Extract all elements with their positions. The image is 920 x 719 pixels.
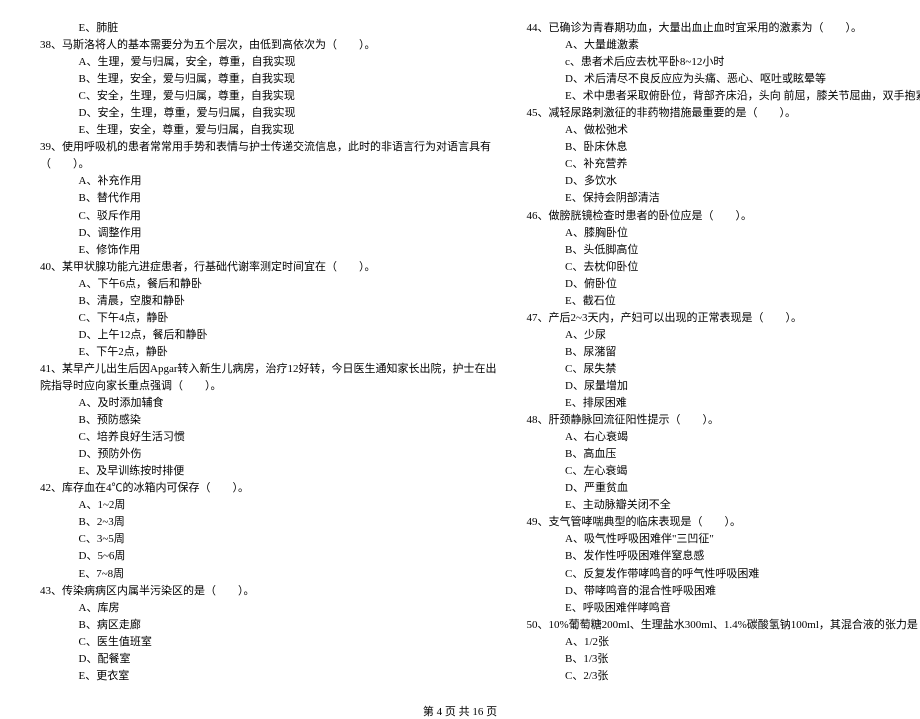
q38-opt-e: E、生理，安全，尊重，爱与归属，自我实现 [40, 122, 497, 139]
q49-opt-d: D、带哮鸣音的混合性呼吸困难 [527, 583, 920, 600]
q41-opt-e: E、及早训练按时排便 [40, 463, 497, 480]
q46-opt-a: A、膝胸卧位 [527, 225, 920, 242]
q39-opt-e: E、修饰作用 [40, 242, 497, 259]
q49-stem: 49、支气管哮喘典型的临床表现是（ ）。 [527, 514, 920, 531]
q50-opt-b: B、1/3张 [527, 651, 920, 668]
q39-stem: 39、使用呼吸机的患者常常用手势和表情与护士传递交流信息，此时的非语言行为对语言… [40, 139, 497, 156]
page-footer: 第 4 页 共 16 页 [40, 703, 880, 719]
q39-opt-c: C、驳斥作用 [40, 208, 497, 225]
q40-opt-c: C、下午4点，静卧 [40, 310, 497, 327]
q50-stem: 50、10%葡萄糖200ml、生理盐水300ml、1.4%碳酸氢钠100ml，其… [527, 617, 920, 634]
q43-opt-c: C、医生值班室 [40, 634, 497, 651]
q39-opt-d: D、调整作用 [40, 225, 497, 242]
q39-stem2: （ ）。 [40, 156, 497, 173]
q50-opt-a: A、1/2张 [527, 634, 920, 651]
q40-stem: 40、某甲状腺功能亢进症患者，行基础代谢率测定时间宜在（ ）。 [40, 259, 497, 276]
two-column-layout: E、肺脏 38、马斯洛将人的基本需要分为五个层次，由低到高依次为（ ）。 A、生… [40, 20, 880, 685]
q45-opt-b: B、卧床休息 [527, 139, 920, 156]
q45-opt-a: A、做松弛术 [527, 122, 920, 139]
q46-stem: 46、做膀胱镜检查时患者的卧位应是（ ）。 [527, 208, 920, 225]
q43-opt-e: E、更衣室 [40, 668, 497, 685]
q40-opt-d: D、上午12点，餐后和静卧 [40, 327, 497, 344]
q41-opt-d: D、预防外伤 [40, 446, 497, 463]
q41-stem2: 院指导时应向家长重点强调（ ）。 [40, 378, 497, 395]
q47-opt-a: A、少尿 [527, 327, 920, 344]
q44-opt-c: c、患者术后应去枕平卧8~12小时 [527, 54, 920, 71]
q42-stem: 42、库存血在4℃的冰箱内可保存（ ）。 [40, 480, 497, 497]
q44-opt-a: A、大量雌激素 [527, 37, 920, 54]
q40-opt-e: E、下午2点，静卧 [40, 344, 497, 361]
q46-opt-d: D、俯卧位 [527, 276, 920, 293]
q43-stem: 43、传染病病区内属半污染区的是（ ）。 [40, 583, 497, 600]
q47-stem: 47、产后2~3天内，产妇可以出现的正常表现是（ ）。 [527, 310, 920, 327]
q38-opt-a: A、生理，爱与归属，安全，尊重，自我实现 [40, 54, 497, 71]
q41-opt-b: B、预防感染 [40, 412, 497, 429]
q47-opt-c: C、尿失禁 [527, 361, 920, 378]
q49-opt-b: B、发作性呼吸困难伴窒息感 [527, 548, 920, 565]
q42-opt-a: A、1~2周 [40, 497, 497, 514]
q48-opt-a: A、右心衰竭 [527, 429, 920, 446]
q49-opt-c: C、反复发作带哮鸣音的呼气性呼吸困难 [527, 566, 920, 583]
q46-opt-b: B、头低脚高位 [527, 242, 920, 259]
q38-opt-c: C、安全，生理，爱与归属，尊重，自我实现 [40, 88, 497, 105]
q38-opt-b: B、生理，安全，爱与归属，尊重，自我实现 [40, 71, 497, 88]
q39-opt-a: A、补充作用 [40, 173, 497, 190]
q43-opt-b: B、病区走廊 [40, 617, 497, 634]
right-column: 44、已确诊为青春期功血，大量出血止血时宜采用的激素为（ ）。 A、大量雌激素 … [527, 20, 920, 685]
q48-opt-b: B、高血压 [527, 446, 920, 463]
q41-stem1: 41、某早产儿出生后因Apgar转入新生儿病房，治疗12好转，今日医生通知家长出… [40, 361, 497, 378]
q47-opt-d: D、尿量增加 [527, 378, 920, 395]
q47-opt-b: B、尿潴留 [527, 344, 920, 361]
q42-opt-d: D、5~6周 [40, 548, 497, 565]
q44-stem: 44、已确诊为青春期功血，大量出血止血时宜采用的激素为（ ）。 [527, 20, 920, 37]
q45-stem: 45、减轻尿路刺激征的非药物措施最重要的是（ ）。 [527, 105, 920, 122]
q39-opt-b: B、替代作用 [40, 190, 497, 207]
q48-opt-c: C、左心衰竭 [527, 463, 920, 480]
q45-opt-e: E、保持会阴部清洁 [527, 190, 920, 207]
q42-opt-c: C、3~5周 [40, 531, 497, 548]
q49-opt-a: A、吸气性呼吸困难伴"三凹征" [527, 531, 920, 548]
q38-stem: 38、马斯洛将人的基本需要分为五个层次，由低到高依次为（ ）。 [40, 37, 497, 54]
q42-opt-e: E、7~8周 [40, 566, 497, 583]
q45-opt-c: C、补充营养 [527, 156, 920, 173]
q50-opt-c: C、2/3张 [527, 668, 920, 685]
q46-opt-e: E、截石位 [527, 293, 920, 310]
q45-opt-d: D、多饮水 [527, 173, 920, 190]
q44-opt-d: D、术后清尽不良反应应为头痛、恶心、呕吐或眩晕等 [527, 71, 920, 88]
q49-opt-e: E、呼吸困难伴哮鸣音 [527, 600, 920, 617]
left-column: E、肺脏 38、马斯洛将人的基本需要分为五个层次，由低到高依次为（ ）。 A、生… [40, 20, 497, 685]
q48-stem: 48、肝颈静脉回流征阳性提示（ ）。 [527, 412, 920, 429]
q41-opt-a: A、及时添加辅食 [40, 395, 497, 412]
q40-opt-b: B、清晨，空腹和静卧 [40, 293, 497, 310]
q43-opt-d: D、配餐室 [40, 651, 497, 668]
q41-opt-c: C、培养良好生活习惯 [40, 429, 497, 446]
q42-opt-b: B、2~3周 [40, 514, 497, 531]
q40-opt-a: A、下午6点，餐后和静卧 [40, 276, 497, 293]
q44-opt-e: E、术中患者采取俯卧位，背部齐床沿，头向 前屈，膝关节屈曲，双手抱紧膝部的姿势 [527, 88, 920, 105]
q43-opt-a: A、库房 [40, 600, 497, 617]
q47-opt-e: E、排尿困难 [527, 395, 920, 412]
q37-option-e: E、肺脏 [40, 20, 497, 37]
q38-opt-d: D、安全，生理，尊重，爱与归属，自我实现 [40, 105, 497, 122]
q48-opt-d: D、严重贫血 [527, 480, 920, 497]
q46-opt-c: C、去枕仰卧位 [527, 259, 920, 276]
q48-opt-e: E、主动脉瓣关闭不全 [527, 497, 920, 514]
